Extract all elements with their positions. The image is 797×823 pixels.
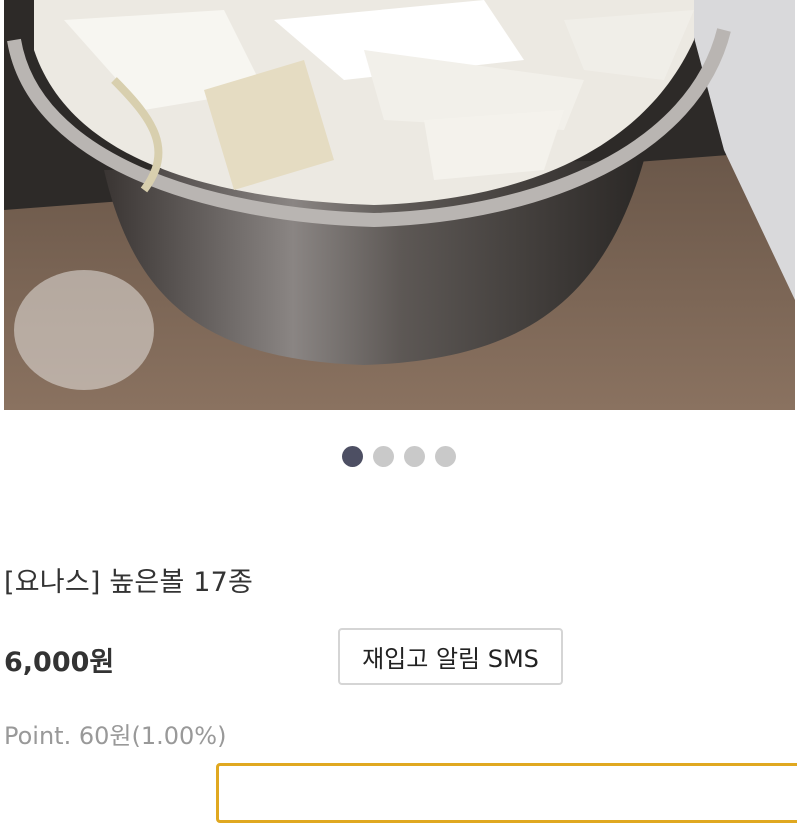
restock-sms-button[interactable]: 재입고 알림 SMS xyxy=(338,628,563,685)
product-title: [요나스] 높은볼 17종 xyxy=(4,567,254,598)
product-point: Point. 60원(1.00%) xyxy=(4,722,227,750)
carousel-dot-3[interactable] xyxy=(403,446,425,467)
carousel-dot-4[interactable] xyxy=(434,446,456,467)
product-price: 6,000원 xyxy=(4,647,115,678)
carousel-dot-2[interactable] xyxy=(372,446,394,467)
option-select[interactable] xyxy=(216,763,797,823)
carousel-dot-1[interactable] xyxy=(341,446,363,467)
product-image xyxy=(4,0,795,410)
carousel-indicators xyxy=(0,446,797,467)
bowl-of-cabbage-image xyxy=(4,0,795,410)
